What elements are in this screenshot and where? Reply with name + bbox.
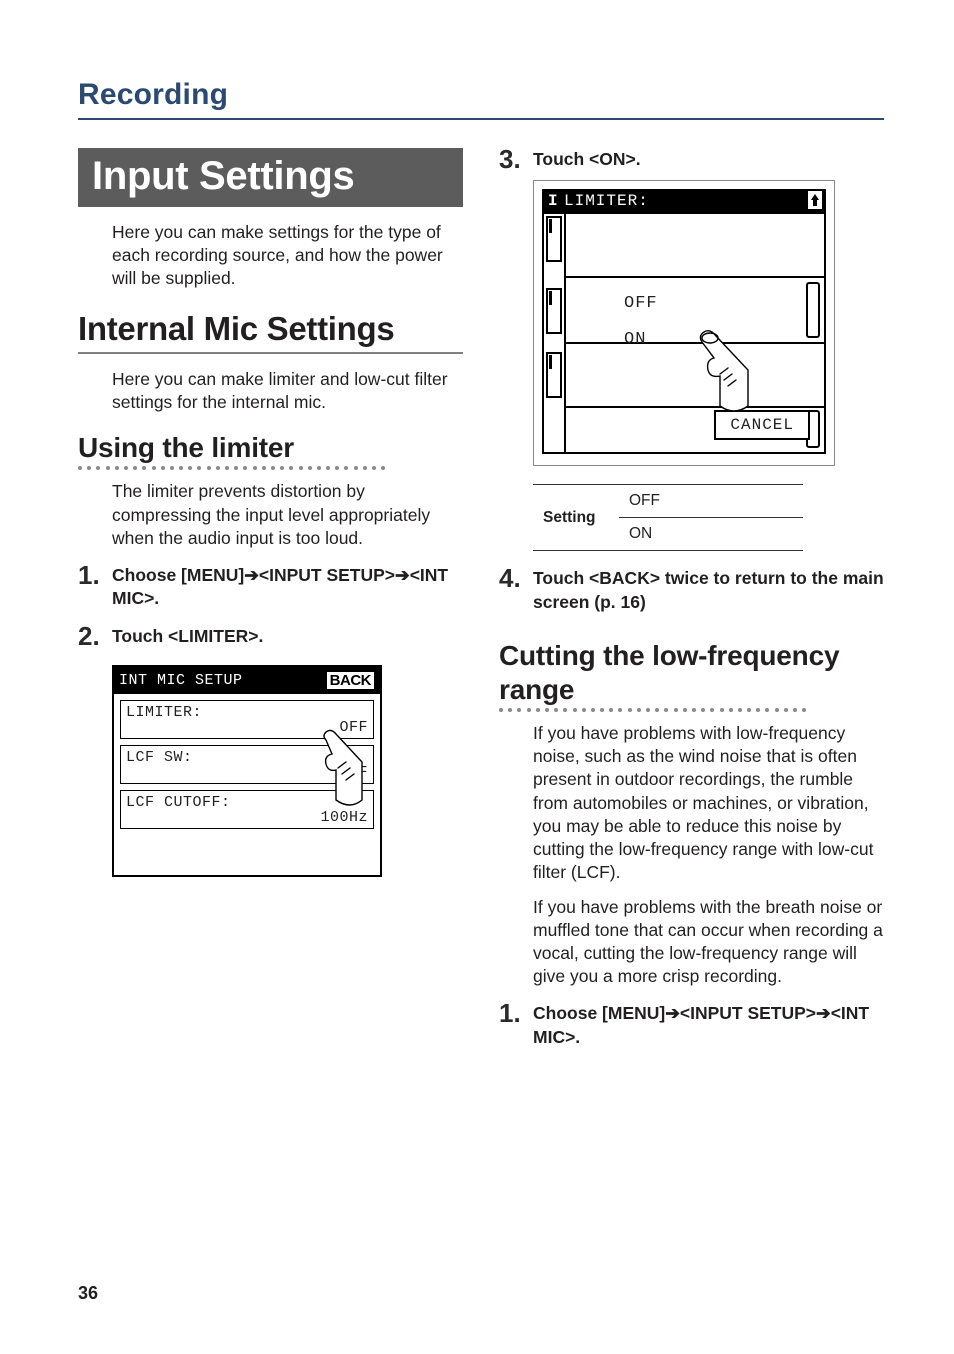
step-1b: 1 Choose [MENU]➔<INPUT SETUP>➔<INT MIC>. <box>499 1002 884 1049</box>
lcd1-back-button[interactable]: BACK <box>326 671 375 690</box>
step-2-number: 2 <box>78 623 112 649</box>
columns: Input Settings Here you can make setting… <box>78 148 884 1056</box>
lcd2-left-indicators <box>544 214 566 452</box>
page: Recording Input Settings Here you can ma… <box>0 0 954 1354</box>
lcd2-ibar-icon: I <box>548 192 559 210</box>
lcd2-scroll-up-icon[interactable] <box>808 191 822 209</box>
figure-int-mic-setup: INT MIC SETUP BACK LIMITER: OFF LCF SW: … <box>112 665 463 877</box>
pointing-hand-icon <box>694 326 774 416</box>
h1-text: Input Settings <box>92 154 354 198</box>
h1-intro: Here you can make settings for the type … <box>112 221 463 290</box>
h1-input-settings: Input Settings <box>78 148 463 207</box>
step-2: 2 Touch <LIMITER>. <box>78 625 463 651</box>
step-1b-number: 1 <box>499 1000 533 1026</box>
figure-limiter-popup: I LIMITER: OFF ON <box>533 180 835 466</box>
dotted-rule <box>78 466 463 470</box>
lcd-screen-2: I LIMITER: OFF ON <box>542 189 826 457</box>
lcd2-body: OFF ON CANCEL <box>542 214 826 454</box>
lcd2-option-on[interactable]: ON <box>624 330 646 349</box>
settings-table: Setting OFF ON <box>533 484 803 551</box>
h3-body: The limiter prevents distortion by compr… <box>112 480 463 549</box>
h2-body: Here you can make limiter and low-cut fi… <box>112 368 463 414</box>
step-2-text: Touch <LIMITER>. <box>112 625 263 649</box>
step-4-number: 4 <box>499 565 533 591</box>
lcd2-indicator-icon <box>546 288 562 334</box>
pointing-hand-icon <box>316 722 386 812</box>
lcd1-body: LIMITER: OFF LCF SW: OFF LCF CUTOFF: 100… <box>114 694 380 875</box>
lcd2-indicator-icon <box>546 216 562 262</box>
lcd2-indicator-icon <box>546 352 562 398</box>
h2-internal-mic: Internal Mic Settings <box>78 310 463 354</box>
lcd1-titlebar: INT MIC SETUP BACK <box>114 667 380 694</box>
breadcrumb-rule <box>78 118 884 120</box>
step-3-text: Touch <ON>. <box>533 148 641 172</box>
step-1-text: Choose [MENU]➔<INPUT SETUP>➔<INT MIC>. <box>112 564 463 611</box>
h3b-body-1: If you have problems with low-frequency … <box>533 722 884 884</box>
settings-value-off: OFF <box>619 485 803 518</box>
lcd2-option-off[interactable]: OFF <box>624 294 658 313</box>
page-number: 36 <box>78 1283 98 1304</box>
settings-label: Setting <box>533 485 619 551</box>
step-1-number: 1 <box>78 562 112 588</box>
lcd2-divider <box>566 276 824 278</box>
left-column: Input Settings Here you can make setting… <box>78 148 463 1056</box>
step-3-number: 3 <box>499 146 533 172</box>
lcd2-titlebar: I LIMITER: <box>542 189 826 214</box>
step-1: 1 Choose [MENU]➔<INPUT SETUP>➔<INT MIC>. <box>78 564 463 611</box>
h3b-body-2: If you have problems with the breath noi… <box>533 896 884 988</box>
step-4-text: Touch <BACK> twice to return to the main… <box>533 567 884 614</box>
step-1b-text: Choose [MENU]➔<INPUT SETUP>➔<INT MIC>. <box>533 1002 884 1049</box>
h3-using-limiter: Using the limiter <box>78 432 463 464</box>
step-4: 4 Touch <BACK> twice to return to the ma… <box>499 567 884 614</box>
dotted-rule <box>499 708 884 712</box>
lcd2-scroll-knob[interactable] <box>806 282 820 338</box>
lcd1-title: INT MIC SETUP <box>119 672 243 689</box>
h3-low-freq-line1: Cutting the low-frequency <box>499 640 884 672</box>
h3-low-freq-line2: range <box>499 674 884 706</box>
breadcrumb: Recording <box>78 78 884 112</box>
right-column: 3 Touch <ON>. I LIMITER: <box>499 148 884 1056</box>
lcd-screen-1: INT MIC SETUP BACK LIMITER: OFF LCF SW: … <box>112 665 382 877</box>
settings-value-on: ON <box>619 518 803 551</box>
lcd2-title: LIMITER: <box>564 192 649 210</box>
step-3: 3 Touch <ON>. <box>499 148 884 174</box>
